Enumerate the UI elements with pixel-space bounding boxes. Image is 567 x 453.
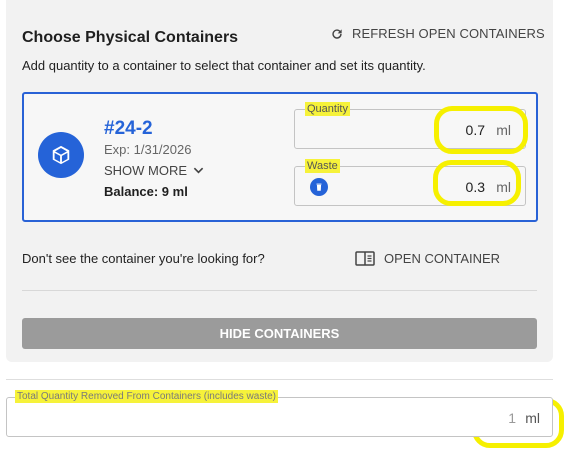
waste-label: Waste xyxy=(305,159,340,173)
refresh-open-containers-button[interactable]: REFRESH OPEN CONTAINERS xyxy=(330,26,545,41)
open-container-label: OPEN CONTAINER xyxy=(384,251,501,266)
refresh-label: REFRESH OPEN CONTAINERS xyxy=(352,26,545,41)
container-id[interactable]: #24-2 xyxy=(104,118,153,140)
section-separator xyxy=(6,379,553,380)
missing-container-prompt: Don't see the container you're looking f… xyxy=(22,251,265,266)
total-quantity-value: 1 xyxy=(508,410,516,426)
hide-containers-button[interactable]: HIDE CONTAINERS xyxy=(22,318,537,349)
total-quantity-unit: ml xyxy=(525,410,540,426)
quantity-label: Quantity xyxy=(305,102,350,116)
waste-unit: ml xyxy=(496,179,511,195)
container-avatar xyxy=(38,132,84,178)
refresh-icon xyxy=(332,28,342,39)
package-icon xyxy=(52,145,70,165)
physical-containers-panel: Choose Physical Containers REFRESH OPEN … xyxy=(6,0,553,362)
instructions-text: Add quantity to a container to select th… xyxy=(22,58,426,73)
divider xyxy=(22,290,537,291)
total-quantity-field: Total Quantity Removed From Containers (… xyxy=(6,390,553,437)
open-container-button[interactable]: OPEN CONTAINER xyxy=(355,251,500,266)
quantity-field[interactable]: Quantity 0.7 ml xyxy=(294,102,526,149)
waste-field[interactable]: Waste 0.3 ml xyxy=(294,159,526,206)
container-expiration: Exp: 1/31/2026 xyxy=(104,142,192,157)
trash-icon[interactable] xyxy=(310,178,328,196)
show-more-label: SHOW MORE xyxy=(104,163,188,178)
container-balance: Balance: 9 ml xyxy=(104,184,188,199)
section-title: Choose Physical Containers xyxy=(22,29,239,46)
open-container-icon xyxy=(355,251,375,266)
quantity-unit: ml xyxy=(496,122,511,138)
show-more-toggle[interactable]: SHOW MORE xyxy=(104,163,204,178)
chevron-down-icon xyxy=(193,167,204,174)
container-card[interactable]: #24-2 Exp: 1/31/2026 SHOW MORE Balance: … xyxy=(22,92,538,222)
total-quantity-label: Total Quantity Removed From Containers (… xyxy=(15,390,278,403)
waste-value[interactable]: 0.3 xyxy=(466,179,485,195)
quantity-value[interactable]: 0.7 xyxy=(466,122,485,138)
